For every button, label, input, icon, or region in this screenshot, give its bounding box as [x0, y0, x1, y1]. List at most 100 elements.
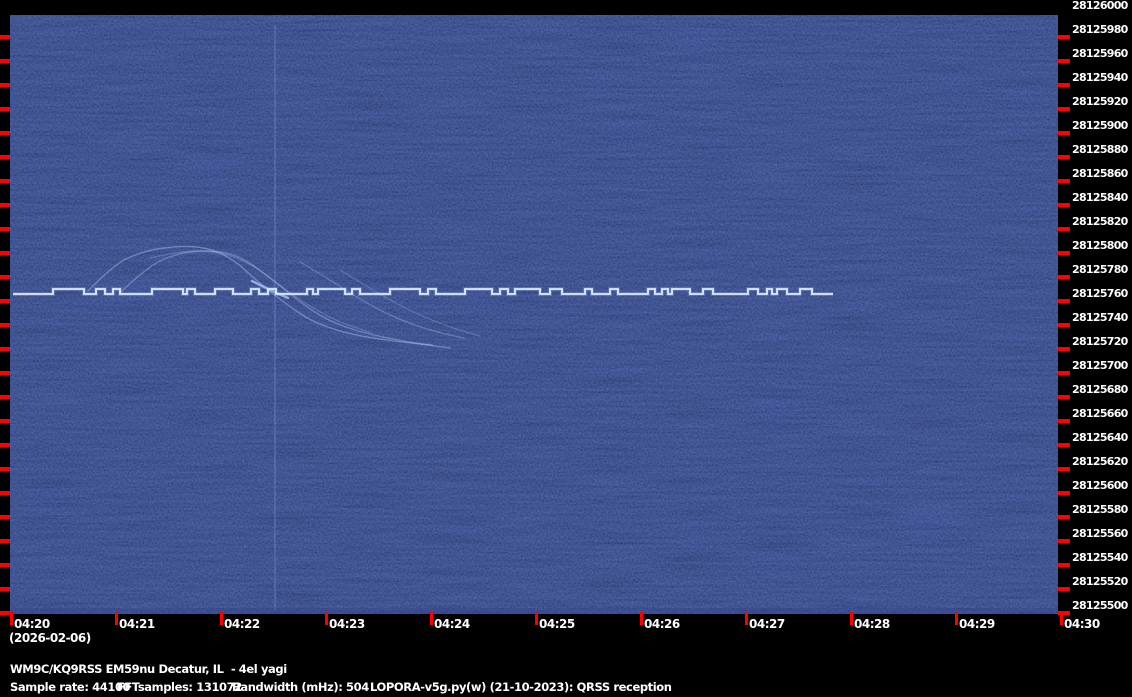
time-label-04:28: 04:28	[854, 617, 890, 631]
waterfall-bottom-band	[10, 608, 1058, 614]
time-tick	[850, 612, 853, 625]
freq-tick-right	[1058, 155, 1070, 159]
freq-label-28125860: 28125860	[1072, 167, 1128, 181]
freq-tick-right	[1058, 131, 1070, 135]
freq-tick-left	[0, 275, 10, 279]
time-tick	[430, 612, 433, 625]
freq-tick-left	[0, 299, 10, 303]
waterfall-spectrogram	[10, 15, 1058, 614]
freq-label-28125540: 28125540	[1072, 551, 1128, 565]
time-tick	[955, 612, 958, 625]
time-label-04:29: 04:29	[959, 617, 995, 631]
freq-tick-left	[0, 347, 10, 351]
freq-label-28125980: 28125980	[1072, 23, 1128, 37]
qrss-grabber-screen: 28126000 28125980 28125960 28125940 28125920…	[0, 0, 1132, 697]
freq-label-28125680: 28125680	[1072, 383, 1128, 397]
freq-label-28125900: 28125900	[1072, 119, 1128, 133]
freq-label-28125820: 28125820	[1072, 215, 1128, 229]
time-tick	[325, 612, 328, 625]
freq-label-28125520: 28125520	[1072, 575, 1128, 589]
freq-tick-left	[0, 83, 10, 87]
freq-tick-left	[0, 539, 10, 543]
freq-label-28125740: 28125740	[1072, 311, 1128, 325]
freq-tick-right	[1058, 563, 1070, 567]
freq-tick-right	[1058, 203, 1070, 207]
param-group-0: Sample rate: 44100	[10, 680, 130, 694]
freq-label-28125760: 28125760	[1072, 287, 1128, 301]
freq-tick-left	[0, 515, 10, 519]
freq-tick-right	[1058, 419, 1070, 423]
freq-tick-right	[1058, 83, 1070, 87]
freq-tick-left	[0, 443, 10, 447]
freq-label-28125960: 28125960	[1072, 47, 1128, 61]
freq-tick-right	[1058, 251, 1070, 255]
freq-label-28125920: 28125920	[1072, 95, 1128, 109]
time-label-04:26: 04:26	[644, 617, 680, 631]
freq-label-28125720: 28125720	[1072, 335, 1128, 349]
freq-label-28125840: 28125840	[1072, 191, 1128, 205]
freq-tick-left	[0, 371, 10, 375]
freq-tick-right	[1058, 539, 1070, 543]
freq-label-28125580: 28125580	[1072, 503, 1128, 517]
freq-tick-left	[0, 203, 10, 207]
time-label-04:24: 04:24	[434, 617, 470, 631]
freq-tick-right	[1058, 59, 1070, 63]
freq-tick-left	[0, 155, 10, 159]
freq-label-28125620: 28125620	[1072, 455, 1128, 469]
time-tick	[1060, 612, 1063, 625]
freq-tick-left	[0, 467, 10, 471]
time-tick	[640, 612, 643, 625]
freq-label-28125660: 28125660	[1072, 407, 1128, 421]
freq-tick-right	[1058, 491, 1070, 495]
time-tick	[115, 612, 118, 625]
freq-label-28125640: 28125640	[1072, 431, 1128, 445]
time-label-04:21: 04:21	[119, 617, 155, 631]
freq-tick-left	[0, 227, 10, 231]
freq-tick-left	[0, 131, 10, 135]
freq-tick-right	[1058, 323, 1070, 327]
freq-tick-right	[1058, 467, 1070, 471]
freq-tick-left	[0, 563, 10, 567]
freq-tick-right	[1058, 395, 1070, 399]
time-tick	[745, 612, 748, 625]
freq-tick-right	[1058, 371, 1070, 375]
time-label-04:25: 04:25	[539, 617, 575, 631]
freq-label-28125600: 28125600	[1072, 479, 1128, 493]
freq-tick-left	[0, 491, 10, 495]
time-label-04:30: 04:30	[1064, 617, 1100, 631]
freq-tick-right	[1058, 443, 1070, 447]
freq-tick-right	[1058, 347, 1070, 351]
freq-label-28125780: 28125780	[1072, 263, 1128, 277]
freq-tick-left	[0, 35, 10, 39]
time-label-04:27: 04:27	[749, 617, 785, 631]
param-group-2: Bandwidth (mHz): 504	[232, 680, 369, 694]
freq-label-28125500: 28125500	[1072, 599, 1128, 613]
freq-tick-left	[0, 419, 10, 423]
freq-tick-right	[1058, 275, 1070, 279]
freq-label-28125560: 28125560	[1072, 527, 1128, 541]
freq-tick-right	[1058, 299, 1070, 303]
freq-tick-left	[0, 323, 10, 327]
freq-tick-left	[0, 179, 10, 183]
time-label-04:22: 04:22	[224, 617, 260, 631]
param-group-1: FFTsamples: 131072	[117, 680, 242, 694]
param-group-3: LOPORA-v5g.py(w) (21-10-2023): QRSS rece…	[370, 680, 672, 694]
freq-tick-left	[0, 611, 10, 615]
freq-label-28125700: 28125700	[1072, 359, 1128, 373]
time-tick	[220, 612, 223, 625]
freq-tick-right	[1058, 35, 1070, 39]
freq-tick-right	[1058, 179, 1070, 183]
time-label-04:23: 04:23	[329, 617, 365, 631]
time-tick	[535, 612, 538, 625]
freq-tick-left	[0, 395, 10, 399]
freq-label-28125880: 28125880	[1072, 143, 1128, 157]
time-label-04:20: 04:20	[14, 617, 50, 631]
freq-label-28125800: 28125800	[1072, 239, 1128, 253]
freq-tick-right	[1058, 107, 1070, 111]
freq-tick-right	[1058, 515, 1070, 519]
freq-label-28126000: 28126000	[1072, 0, 1128, 13]
time-tick	[10, 612, 13, 625]
freq-tick-left	[0, 251, 10, 255]
freq-tick-right	[1058, 227, 1070, 231]
freq-label-28125940: 28125940	[1072, 71, 1128, 85]
